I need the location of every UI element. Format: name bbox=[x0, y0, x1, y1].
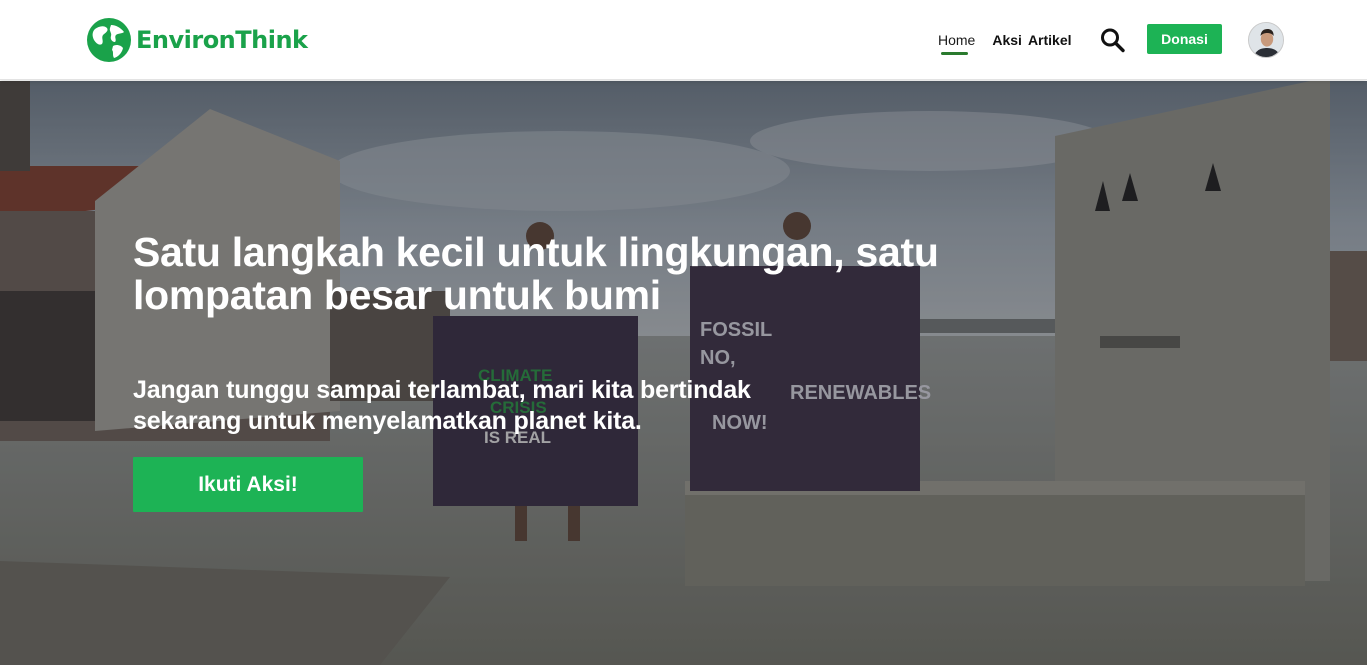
nav-link-aksi-label: Aksi bbox=[992, 32, 1022, 48]
hero-subtitle: Jangan tunggu sampai terlambat, mari kit… bbox=[133, 376, 751, 435]
join-action-button[interactable]: Ikuti Aksi! bbox=[133, 457, 363, 512]
nav-link-aksi[interactable]: Aksi bbox=[992, 30, 1022, 54]
brand-name: EnvironThink bbox=[136, 26, 308, 54]
nav-link-home[interactable]: Home bbox=[938, 30, 976, 55]
search-button[interactable] bbox=[1099, 27, 1127, 53]
globe-icon bbox=[87, 18, 131, 62]
hero-section: CLIMATE CRISIS IS REAL FOSSIL NO, RENEWA… bbox=[0, 81, 1367, 665]
nav-link-artikel-label: Artikel bbox=[1027, 32, 1072, 48]
main-nav: Home Aksi Artikel bbox=[938, 30, 1072, 55]
user-photo-icon bbox=[1249, 23, 1283, 57]
hero-dark-overlay bbox=[0, 81, 1367, 665]
brand-logo[interactable]: EnvironThink bbox=[85, 17, 308, 63]
user-avatar[interactable] bbox=[1248, 22, 1284, 58]
active-indicator bbox=[941, 52, 968, 55]
nav-link-artikel[interactable]: Artikel bbox=[1028, 30, 1072, 54]
nav-link-home-label: Home bbox=[938, 32, 976, 48]
search-icon bbox=[1101, 28, 1125, 53]
navbar: EnvironThink Home Aksi Artikel Donasi bbox=[0, 0, 1367, 80]
donate-button[interactable]: Donasi bbox=[1147, 24, 1222, 54]
hero-title: Satu langkah kecil untuk lingkungan, sat… bbox=[133, 229, 939, 318]
